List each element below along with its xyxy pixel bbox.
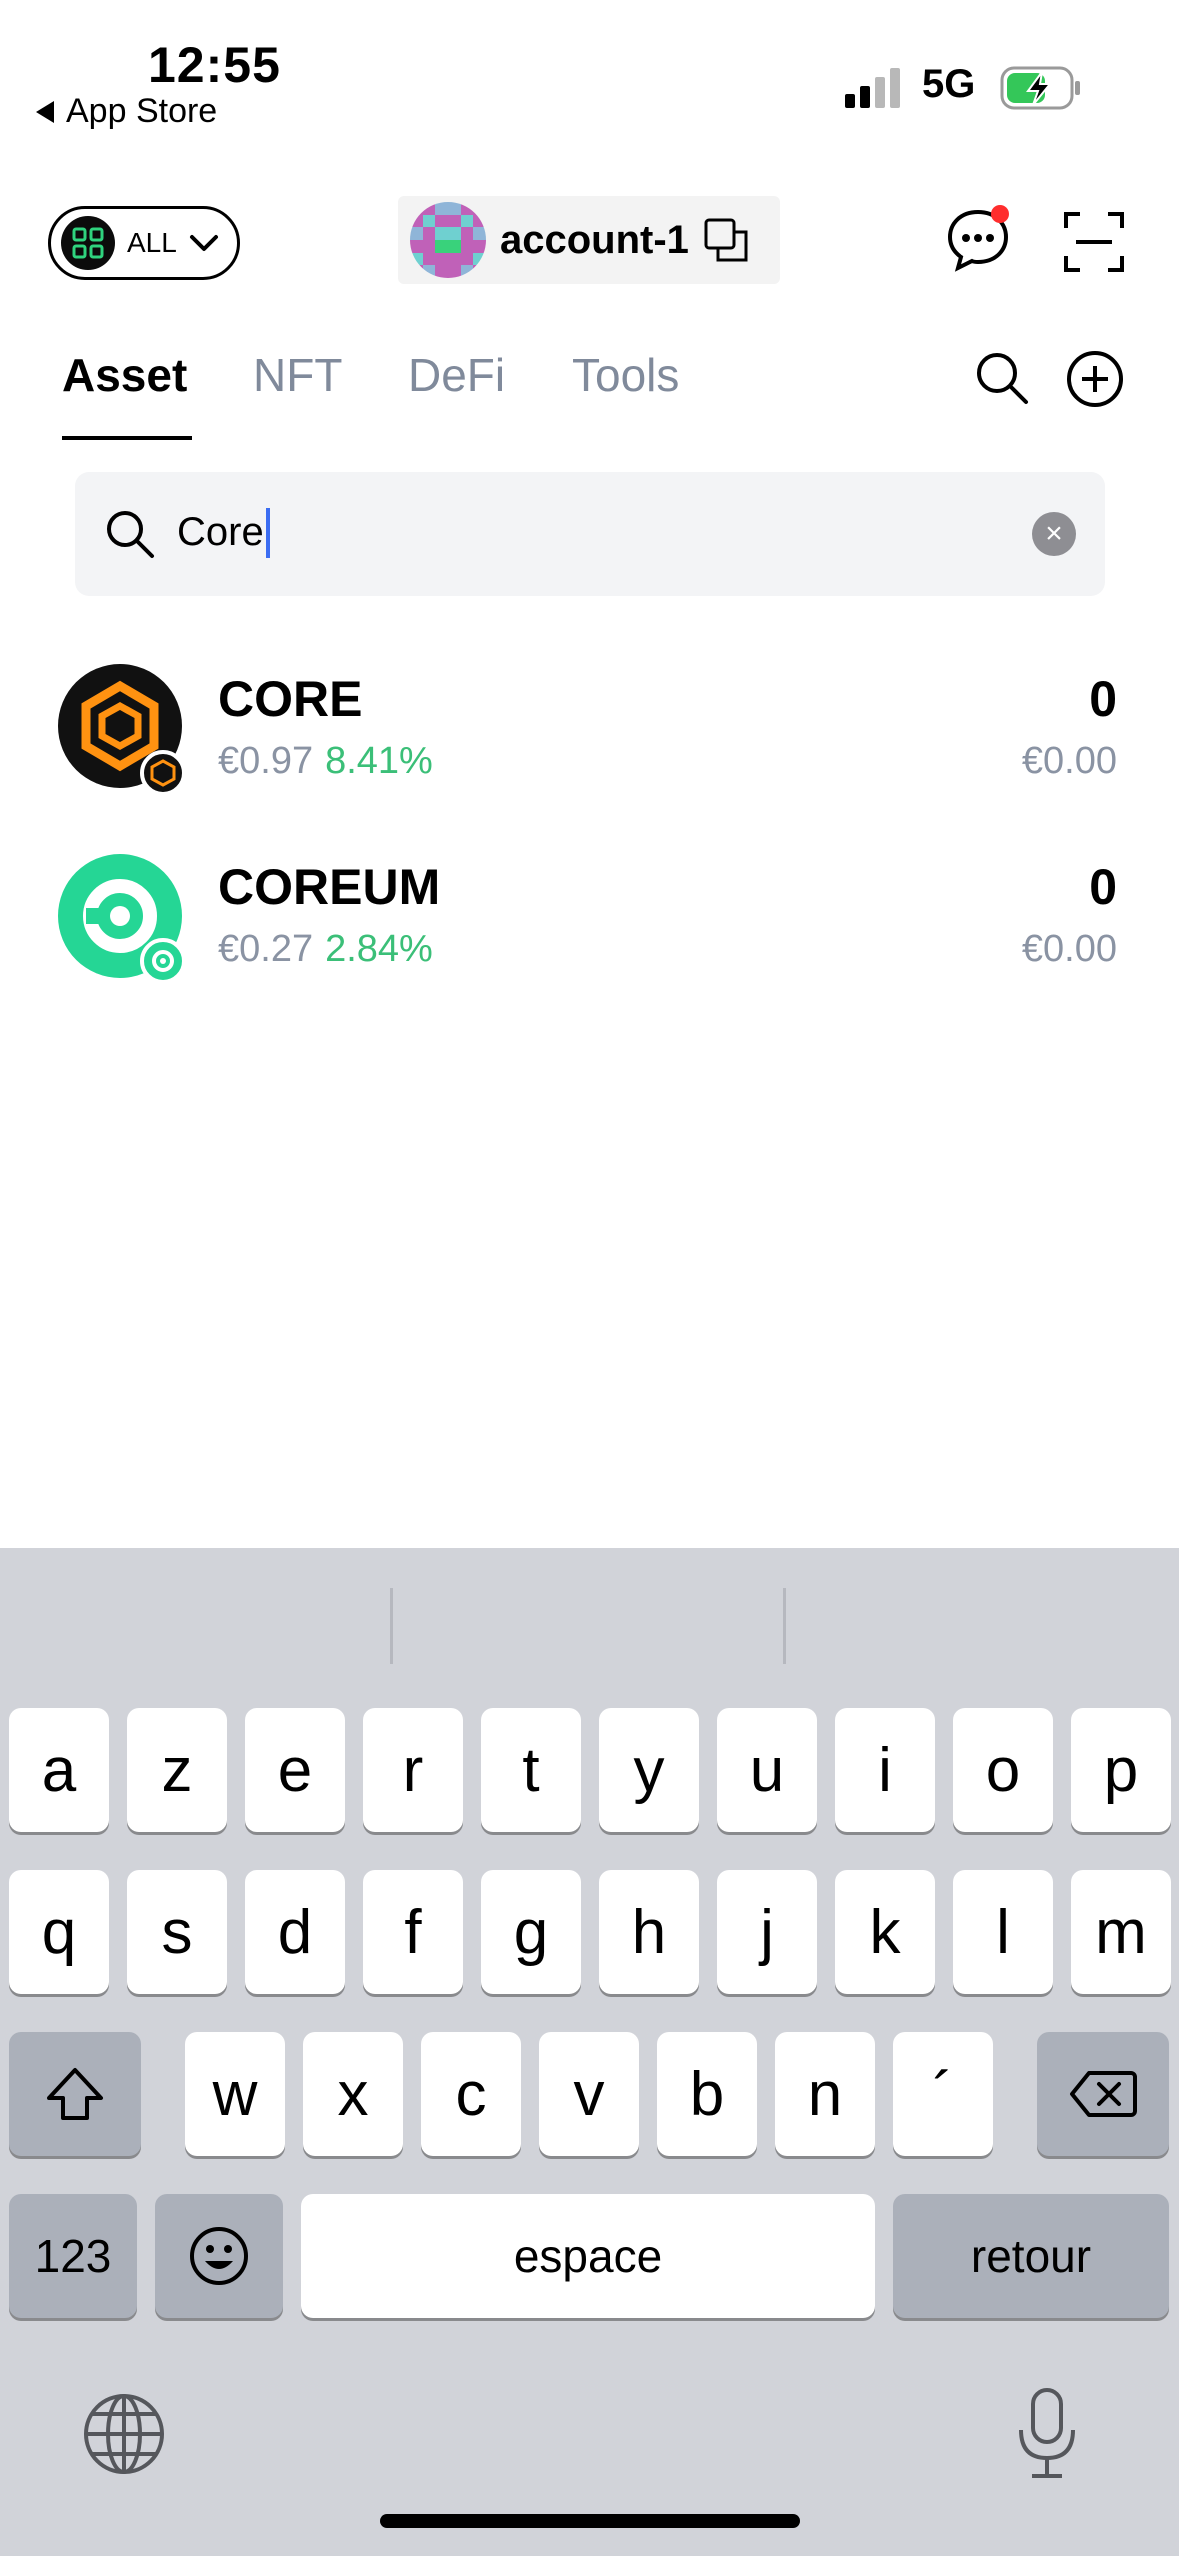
back-arrow-icon [36,100,54,123]
asset-fiat-value: €0.00 [1021,740,1117,782]
home-indicator[interactable] [380,2514,800,2528]
key[interactable]: q [9,1870,109,1994]
status-time: 12:55 [148,37,281,93]
backspace-icon [1070,2071,1137,2117]
key[interactable]: b [657,2032,757,2156]
return-key[interactable]: retour [893,2194,1169,2318]
key[interactable]: v [539,2032,639,2156]
on-screen-keyboard: a z e r t y u i o p q s d f g h j k l m … [0,1548,1179,2556]
key[interactable]: h [599,1870,699,1994]
key[interactable]: u [717,1708,817,1832]
suggestion-divider [390,1588,393,1664]
asset-price: €0.97 [218,740,314,782]
key[interactable]: f [363,1870,463,1994]
asset-change: 8.41% [325,740,433,782]
asset-row-coreum[interactable]: COREUM €0.27 2.84% 0 €0.00 [0,828,1179,1008]
asset-balance: 0 [1089,859,1117,915]
key[interactable]: k [835,1870,935,1994]
search-icon[interactable] [974,350,1030,406]
message-icon[interactable] [946,204,1012,274]
shift-arrow-icon [47,2068,103,2120]
key[interactable]: d [245,1870,345,1994]
text-cursor [266,508,270,558]
network-type: 5G [922,62,976,106]
search-field-icon [107,511,154,558]
key[interactable]: e [245,1708,345,1832]
chain-filter-button[interactable]: ALL [48,206,240,280]
asset-price-line: €0.97 8.41% [218,740,433,783]
account-avatar [410,202,486,278]
back-to-app-store[interactable]: App Store [36,92,217,131]
grid-icon [61,216,115,270]
key[interactable]: l [953,1870,1053,1994]
tab-asset[interactable]: Asset [62,348,187,402]
coreum-chain-badge-icon [140,938,186,984]
asset-symbol: COREUM [218,859,441,915]
key[interactable]: z [127,1708,227,1832]
key[interactable]: o [953,1708,1053,1832]
emoji-icon [190,2227,248,2285]
asset-fiat-value: €0.00 [1021,928,1117,970]
microphone-icon[interactable] [1016,2386,1078,2482]
search-input-value[interactable]: Core [177,510,264,555]
asset-price-line: €0.27 2.84% [218,928,433,971]
tab-nft[interactable]: NFT [253,348,342,402]
back-label: App Store [66,92,218,130]
key[interactable]: n [775,2032,875,2156]
key[interactable]: w [185,2032,285,2156]
tab-defi[interactable]: DeFi [408,348,505,402]
key[interactable]: p [1071,1708,1171,1832]
space-key[interactable]: espace [301,2194,875,2318]
emoji-key[interactable] [155,2194,283,2318]
key[interactable]: g [481,1870,581,1994]
chevron-down-icon [189,235,218,251]
close-icon: × [1045,517,1063,550]
shift-key[interactable] [9,2032,141,2156]
battery-charging-icon [1000,66,1080,110]
numbers-key[interactable]: 123 [9,2194,137,2318]
key[interactable]: m [1071,1870,1171,1994]
key[interactable]: j [717,1870,817,1994]
suggestion-divider [783,1588,786,1664]
clear-search-button[interactable]: × [1032,512,1076,556]
account-selector[interactable]: account-1 [398,196,780,284]
active-tab-indicator [62,436,192,440]
asset-price: €0.27 [218,928,314,970]
asset-balance: 0 [1089,671,1117,727]
key[interactable]: i [835,1708,935,1832]
key[interactable]: ´ [893,2032,993,2156]
key[interactable]: y [599,1708,699,1832]
cellular-signal-icon [845,68,900,108]
key[interactable]: c [421,2032,521,2156]
chain-filter-label: ALL [127,227,177,258]
core-chain-badge-icon [140,750,186,796]
account-name: account-1 [500,217,689,262]
add-icon[interactable] [1066,350,1124,408]
copy-icon[interactable] [703,217,749,263]
scan-icon[interactable] [1062,210,1126,274]
key[interactable]: s [127,1870,227,1994]
asset-change: 2.84% [325,928,433,970]
asset-row-core[interactable]: CORE €0.97 8.41% 0 €0.00 [0,640,1179,820]
backspace-key[interactable] [1037,2032,1169,2156]
key[interactable]: a [9,1708,109,1832]
tab-tools[interactable]: Tools [572,348,679,402]
asset-symbol: CORE [218,671,363,727]
globe-icon[interactable] [82,2392,166,2476]
key[interactable]: r [363,1708,463,1832]
key[interactable]: x [303,2032,403,2156]
key[interactable]: t [481,1708,581,1832]
